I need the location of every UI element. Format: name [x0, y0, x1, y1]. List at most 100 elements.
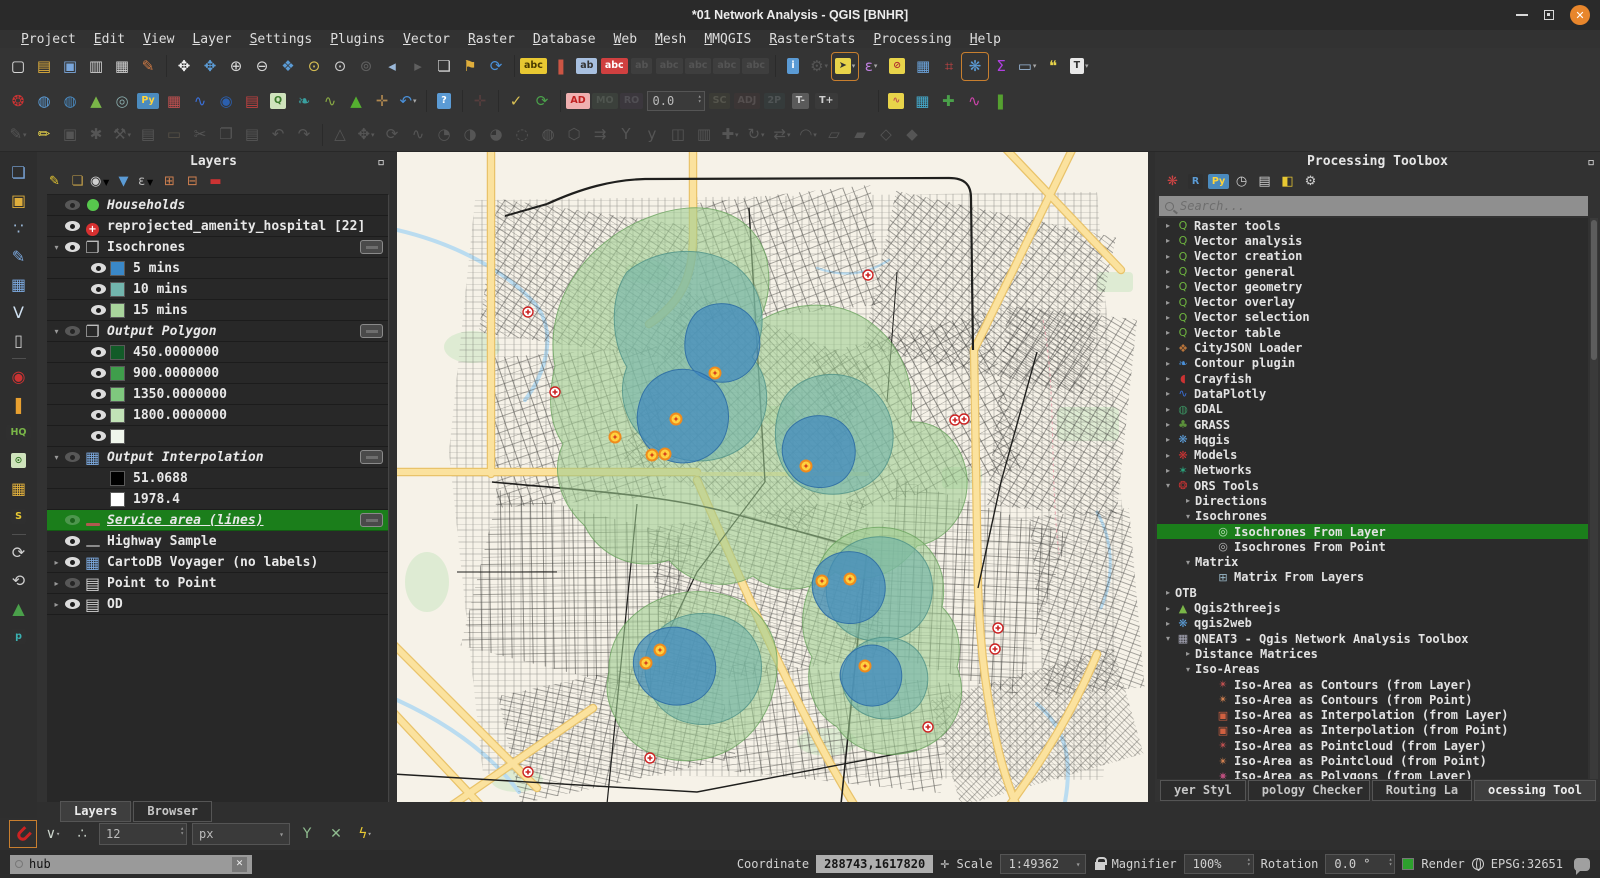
- models-menu-button[interactable]: ❋: [1162, 172, 1183, 191]
- visibility-toggle[interactable]: [65, 242, 80, 252]
- layer-row[interactable]: [47, 426, 388, 447]
- menu-settings[interactable]: Settings: [241, 32, 322, 47]
- expand-collapse-icon[interactable]: ▸: [1161, 282, 1175, 291]
- layer-row[interactable]: ▾❐Isochrones: [47, 237, 388, 258]
- render-checkbox[interactable]: [1402, 858, 1414, 870]
- pan-map-button[interactable]: ✥: [172, 54, 196, 79]
- visibility-toggle[interactable]: [65, 599, 80, 609]
- new-map-view-button[interactable]: ❏: [432, 54, 456, 79]
- label-toolbar-chart-button[interactable]: ❚: [549, 54, 573, 79]
- expand-collapse-icon[interactable]: ▸: [1161, 298, 1175, 307]
- menu-layer[interactable]: Layer: [183, 32, 240, 47]
- rotation-input[interactable]: 0.0 °▴▾: [1325, 854, 1395, 874]
- layer-indicator-icon[interactable]: [360, 324, 383, 338]
- map-tips-button[interactable]: ❝: [1041, 54, 1065, 79]
- qgis2threejs-button[interactable]: ▲: [84, 89, 108, 114]
- options-button[interactable]: ⚙: [1300, 172, 1321, 191]
- expand-collapse-icon[interactable]: ▸: [1161, 236, 1175, 245]
- save-project-button[interactable]: ▣: [58, 54, 82, 79]
- tab-ocessing-tool[interactable]: ocessing Tool: [1474, 780, 1596, 801]
- zoom-out-button[interactable]: ⊖: [250, 54, 274, 79]
- t-minus-tool-button[interactable]: T-: [788, 89, 812, 114]
- expand-collapse-icon[interactable]: ▸: [1161, 604, 1175, 613]
- visibility-toggle[interactable]: [65, 452, 80, 462]
- add-virtual-layer-button[interactable]: V: [6, 300, 32, 325]
- tab-pology-checker-pa[interactable]: pology Checker Pa: [1248, 780, 1370, 801]
- toolbox-item[interactable]: ▾❂ORS Tools: [1157, 478, 1588, 493]
- layout-manager-button[interactable]: ▦: [110, 54, 134, 79]
- osm-search-plugin-button[interactable]: ⊙: [6, 448, 32, 473]
- menu-processing[interactable]: Processing: [864, 32, 960, 47]
- field-calculator-button[interactable]: ⌗: [937, 54, 961, 79]
- tab-layers[interactable]: Layers: [60, 801, 131, 822]
- dock-options-icon[interactable]: ▫: [377, 155, 385, 170]
- layer-row[interactable]: 1978.4: [47, 489, 388, 510]
- toolbox-item[interactable]: ▸Directions: [1157, 493, 1588, 508]
- expand-collapse-icon[interactable]: ▸: [1181, 649, 1195, 658]
- expand-collapse-icon[interactable]: ▸: [1161, 359, 1175, 368]
- visibility-toggle[interactable]: [91, 347, 106, 357]
- expand-collapse-icon[interactable]: ▸: [1161, 466, 1175, 475]
- add-point-cloud-layer-button[interactable]: ∵: [6, 216, 32, 241]
- bnhr-plugin-button[interactable]: ◉: [6, 364, 32, 389]
- toolbox-item[interactable]: ▸❋qgis2web: [1157, 616, 1588, 631]
- new-project-button[interactable]: ▢: [6, 54, 30, 79]
- pin-labels-button[interactable]: ab: [575, 54, 599, 79]
- zoom-full-button[interactable]: ❖: [276, 54, 300, 79]
- metasearch-button[interactable]: ◎: [110, 89, 134, 114]
- layer-row[interactable]: ▸▤OD: [47, 594, 388, 615]
- menu-project[interactable]: Project: [12, 32, 85, 47]
- text-annotation-button[interactable]: T▾: [1067, 54, 1091, 79]
- toolbox-item[interactable]: ▸QVector table: [1157, 325, 1588, 340]
- layer-row[interactable]: 1800.0000000: [47, 405, 388, 426]
- visibility-toggle[interactable]: [65, 515, 80, 525]
- menu-mesh[interactable]: Mesh: [646, 32, 695, 47]
- toolbox-item[interactable]: ▸QVector general: [1157, 264, 1588, 279]
- visibility-toggle[interactable]: [65, 221, 80, 231]
- results-viewer-button[interactable]: ▤: [1254, 172, 1275, 191]
- toolbox-item[interactable]: ▾Iso-Areas: [1157, 662, 1588, 677]
- reload-plugin-button[interactable]: ⟲: [6, 568, 32, 593]
- snapping-mode-button[interactable]: ∨▾: [41, 822, 65, 846]
- ad-tool-button[interactable]: AD: [566, 89, 590, 114]
- expand-collapse-icon[interactable]: ▸: [1161, 451, 1175, 460]
- menu-plugins[interactable]: Plugins: [321, 32, 394, 47]
- menu-rasterstats[interactable]: RasterStats: [760, 32, 864, 47]
- visibility-toggle[interactable]: [91, 305, 106, 315]
- layer-row[interactable]: 15 mins: [47, 300, 388, 321]
- toolbox-item[interactable]: ▸❋Models: [1157, 447, 1588, 462]
- expand-collapse-icon[interactable]: ▸: [1161, 389, 1175, 398]
- filter-legend-by-expression-button[interactable]: ε▾: [136, 172, 157, 191]
- plot-curve-tool-button[interactable]: ∿: [962, 89, 986, 114]
- deselect-all-button[interactable]: ⊘: [885, 54, 909, 79]
- snapping-type-button[interactable]: ∴: [70, 822, 94, 846]
- open-layer-styling-panel-button[interactable]: ✎: [44, 172, 65, 191]
- t-plus-tool-button[interactable]: T+: [814, 89, 838, 114]
- toolbox-item[interactable]: ▾▦QNEAT3 - Qgis Network Analysis Toolbox: [1157, 631, 1588, 646]
- zoom-in-button[interactable]: ⊕: [224, 54, 248, 79]
- select-features-button[interactable]: ➤▾: [833, 54, 857, 79]
- minimize-button[interactable]: [1516, 14, 1528, 16]
- avoid-overlap-button[interactable]: ϟ▾: [353, 822, 377, 846]
- layer-indicator-icon[interactable]: [360, 240, 383, 254]
- new-print-layout-button[interactable]: ▥: [84, 54, 108, 79]
- menu-database[interactable]: Database: [524, 32, 605, 47]
- visibility-toggle[interactable]: [91, 389, 106, 399]
- expand-collapse-icon[interactable]: ▸: [49, 600, 64, 609]
- enable-snapping-button[interactable]: [10, 821, 36, 847]
- add-gps-layer-button[interactable]: ▯: [6, 328, 32, 353]
- menu-mmqgis[interactable]: MMQGIS: [695, 32, 760, 47]
- history-button[interactable]: ◷: [1231, 172, 1252, 191]
- toolbox-item[interactable]: ▸◖Crayfish: [1157, 371, 1588, 386]
- help-button[interactable]: ?: [432, 89, 456, 114]
- layer-indicator-icon[interactable]: [360, 513, 383, 527]
- visibility-toggle[interactable]: [65, 326, 80, 336]
- toolbox-item[interactable]: ✴Iso-Area as Pointcloud (from Layer): [1157, 738, 1588, 753]
- clear-search-icon[interactable]: ✕: [232, 857, 247, 872]
- dem-terrain-tool-button[interactable]: ▲: [344, 89, 368, 114]
- add-wms-layer-button[interactable]: ◍: [32, 89, 56, 114]
- zoom-last-button[interactable]: ◂: [380, 54, 404, 79]
- expand-collapse-icon[interactable]: ▸: [1161, 374, 1175, 383]
- toolbox-item[interactable]: ▸QVector analysis: [1157, 233, 1588, 248]
- expand-collapse-icon[interactable]: ▸: [1161, 221, 1175, 230]
